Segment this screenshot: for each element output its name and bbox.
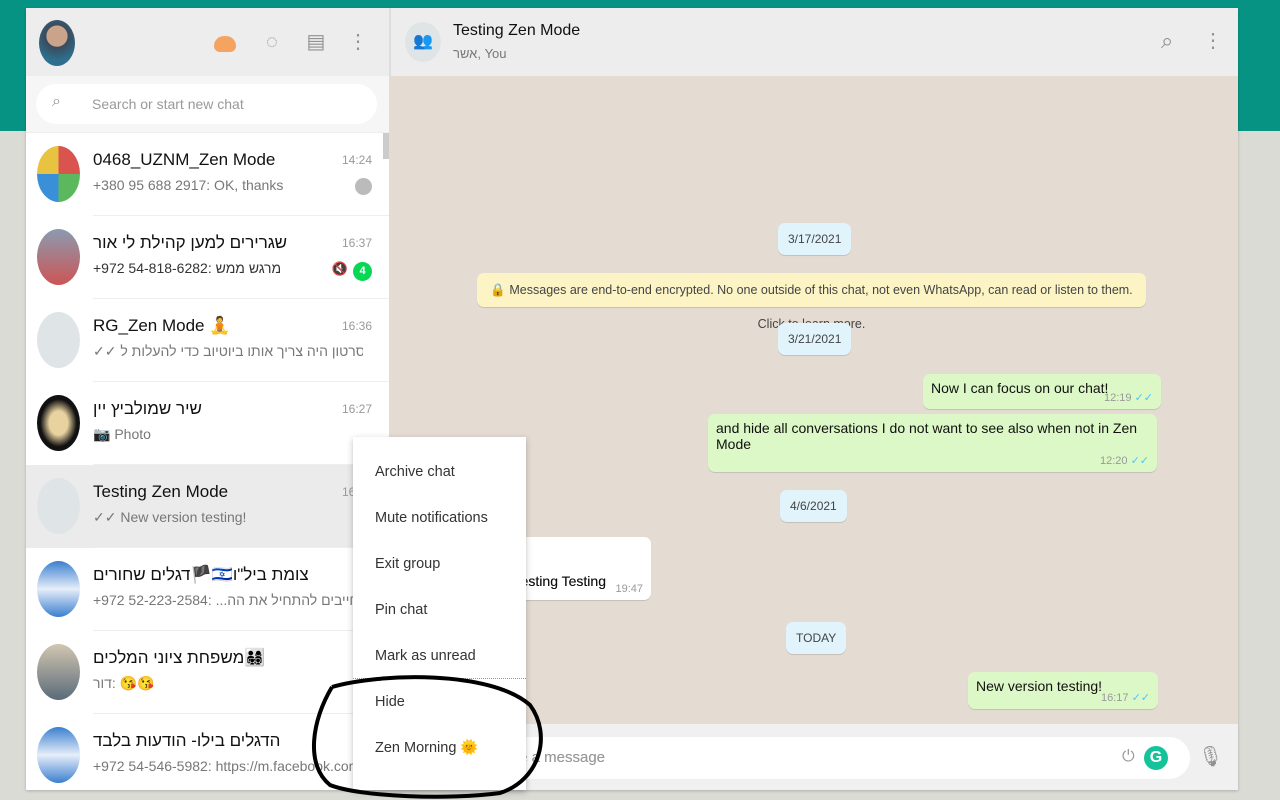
menu-item[interactable]: Mute notifications: [353, 495, 526, 541]
chat-preview: 📷 Photo: [93, 426, 151, 442]
message-time: 16:17 ✓✓: [1100, 692, 1150, 704]
chat-list-item[interactable]: דגלים שחורים🏴🇮🇱צומת ביל"ו 16 +972 52-223…: [26, 548, 389, 631]
menu-item[interactable]: Zen Morning 🌞: [353, 725, 526, 771]
chat-time: 16:27: [341, 402, 372, 416]
power-icon[interactable]: ⏻: [1122, 748, 1135, 766]
chat-title: Testing Zen Mode: [453, 22, 581, 39]
date-chip: 3/21/2021: [778, 323, 852, 355]
scrollbar[interactable]: [383, 133, 389, 159]
group-avatar[interactable]: 👥: [405, 22, 441, 62]
profile-avatar[interactable]: [39, 20, 75, 66]
menu-icon[interactable]: ⋮: [346, 30, 370, 54]
search-bar: ⌕: [26, 76, 389, 133]
chat-avatar: [37, 561, 80, 617]
menu-item[interactable]: Exit group: [353, 541, 526, 587]
menu-item[interactable]: Mark as unread: [353, 633, 526, 679]
message-text: New version testing!: [976, 678, 1103, 694]
chat-preview: ✓✓ אותו סרטון היה צריך אותו ביוטיוב כדי …: [93, 343, 363, 359]
sidebar-header: ◌ ▤ ⋮: [26, 8, 389, 76]
chat-list-item[interactable]: RG_Zen Mode 🧘 16:36 ✓✓ אותו סרטון היה צר…: [26, 299, 389, 382]
chat-preview: דור: 😘😘: [93, 675, 155, 691]
sidebar: ◌ ▤ ⋮ ⌕ 0468_UZNM_Zen Mode 14:24 +380 95…: [26, 8, 390, 790]
microphone-icon[interactable]: 🎙: [1198, 744, 1223, 769]
muted-icon: 🔇: [331, 261, 348, 276]
zen-stones-icon[interactable]: [214, 30, 238, 54]
chat-name: שגרירים למען קהילת לי אור: [93, 233, 288, 252]
chat-name: Testing Zen Mode: [93, 482, 229, 501]
menu-icon[interactable]: ⋮: [1203, 28, 1223, 53]
chat-preview: ✓✓ New version testing!: [93, 509, 247, 525]
message-time: 12:19 ✓✓: [1103, 392, 1153, 404]
chat-time: 14:24: [341, 153, 372, 167]
pin-icon: [355, 178, 372, 195]
chat-list: 0468_UZNM_Zen Mode 14:24 +380 95 688 291…: [26, 133, 389, 790]
whatsapp-window: ◌ ▤ ⋮ ⌕ 0468_UZNM_Zen Mode 14:24 +380 95…: [26, 8, 1238, 790]
chat-time: 16:37: [341, 236, 372, 250]
message-bubble: Now I can focus on our chat! 12:19 ✓✓: [923, 374, 1161, 409]
chat-avatar: [37, 312, 80, 368]
message-text: and hide all conversations I do not want…: [716, 420, 1138, 452]
chat-avatar: [37, 395, 80, 451]
search-icon[interactable]: ⌕: [1161, 28, 1173, 54]
menu-item[interactable]: Archive chat: [353, 449, 526, 495]
chat-name: הדגלים בילו- הודעות בלבד: [93, 731, 281, 750]
chat-name: שיר שמולביץ יין: [93, 399, 202, 418]
chat-avatar: [37, 727, 80, 783]
search-input[interactable]: [92, 84, 362, 124]
unread-badge: 4: [353, 262, 372, 281]
status-icon[interactable]: ◌: [260, 30, 284, 54]
chat-list-item[interactable]: משפחת ציוני המלכים👨‍👩‍👧‍👦 15 דור: 😘😘: [26, 631, 389, 714]
chat-header[interactable]: 👥 Testing Zen Mode אשר, You ⌕ ⋮: [390, 8, 1238, 76]
grammarly-widget[interactable]: ⏻ G: [1114, 737, 1180, 779]
chat-preview: +380 95 688 2917: OK, thanks: [93, 177, 284, 193]
chat-list-item[interactable]: Testing Zen Mode 16:17 ✓✓ New version te…: [26, 465, 389, 548]
message-bubble: and hide all conversations I do not want…: [708, 414, 1157, 472]
context-menu: Archive chat Mute notifications Exit group…: [353, 437, 526, 790]
chat-preview: +972 54-818-6282: מרגש ממש: [93, 260, 282, 276]
date-chip: 4/6/2021: [780, 490, 847, 522]
search-icon: ⌕: [52, 93, 61, 110]
chat-participants: אשר, You: [453, 46, 507, 61]
chat-name: משפחת ציוני המלכים👨‍👩‍👧‍👦: [93, 648, 266, 667]
chat-avatar: [37, 146, 80, 202]
message-time: 12:20 ✓✓: [1099, 455, 1149, 467]
chat-list-item[interactable]: שיר שמולביץ יין 16:27 📷 Photo: [26, 382, 389, 465]
message-text: Now I can focus on our chat!: [931, 380, 1109, 396]
search-box[interactable]: ⌕: [36, 84, 377, 124]
chat-preview: +972 52-223-2584: ...ברים,חייבים להתחיל …: [93, 592, 363, 608]
menu-item[interactable]: Pin chat: [353, 587, 526, 633]
date-chip: 3/17/2021: [778, 223, 852, 255]
date-chip: TODAY: [786, 622, 847, 654]
chat-name: דגלים שחורים🏴🇮🇱צומת ביל"ו: [93, 565, 309, 584]
menu-item[interactable]: Hide: [353, 679, 526, 725]
chat-preview: +972 54-546-5982: https://m.facebook.com…: [93, 758, 363, 774]
chat-name: RG_Zen Mode 🧘: [93, 316, 231, 335]
message-time: 19:47: [615, 583, 643, 595]
new-chat-icon[interactable]: ▤: [304, 30, 328, 54]
encryption-notice[interactable]: 🔒 Messages are end-to-end encrypted. No …: [477, 273, 1146, 331]
chat-name: 0468_UZNM_Zen Mode: [93, 150, 276, 169]
chat-list-item[interactable]: 0468_UZNM_Zen Mode 14:24 +380 95 688 291…: [26, 133, 389, 216]
message-text-visible: sting Testing: [528, 573, 606, 589]
chat-avatar: [37, 229, 80, 285]
message-bubble: New version testing! 16:17 ✓✓: [968, 672, 1158, 709]
chat-time: 16:36: [341, 319, 372, 333]
chat-avatar: [37, 644, 80, 700]
chat-list-item[interactable]: שגרירים למען קהילת לי אור 16:37 +972 54-…: [26, 216, 389, 299]
grammarly-icon[interactable]: G: [1144, 746, 1168, 770]
chat-avatar: [37, 478, 80, 534]
chat-list-item[interactable]: הדגלים בילו- הודעות בלבד 15 +972 54-546-…: [26, 714, 389, 790]
